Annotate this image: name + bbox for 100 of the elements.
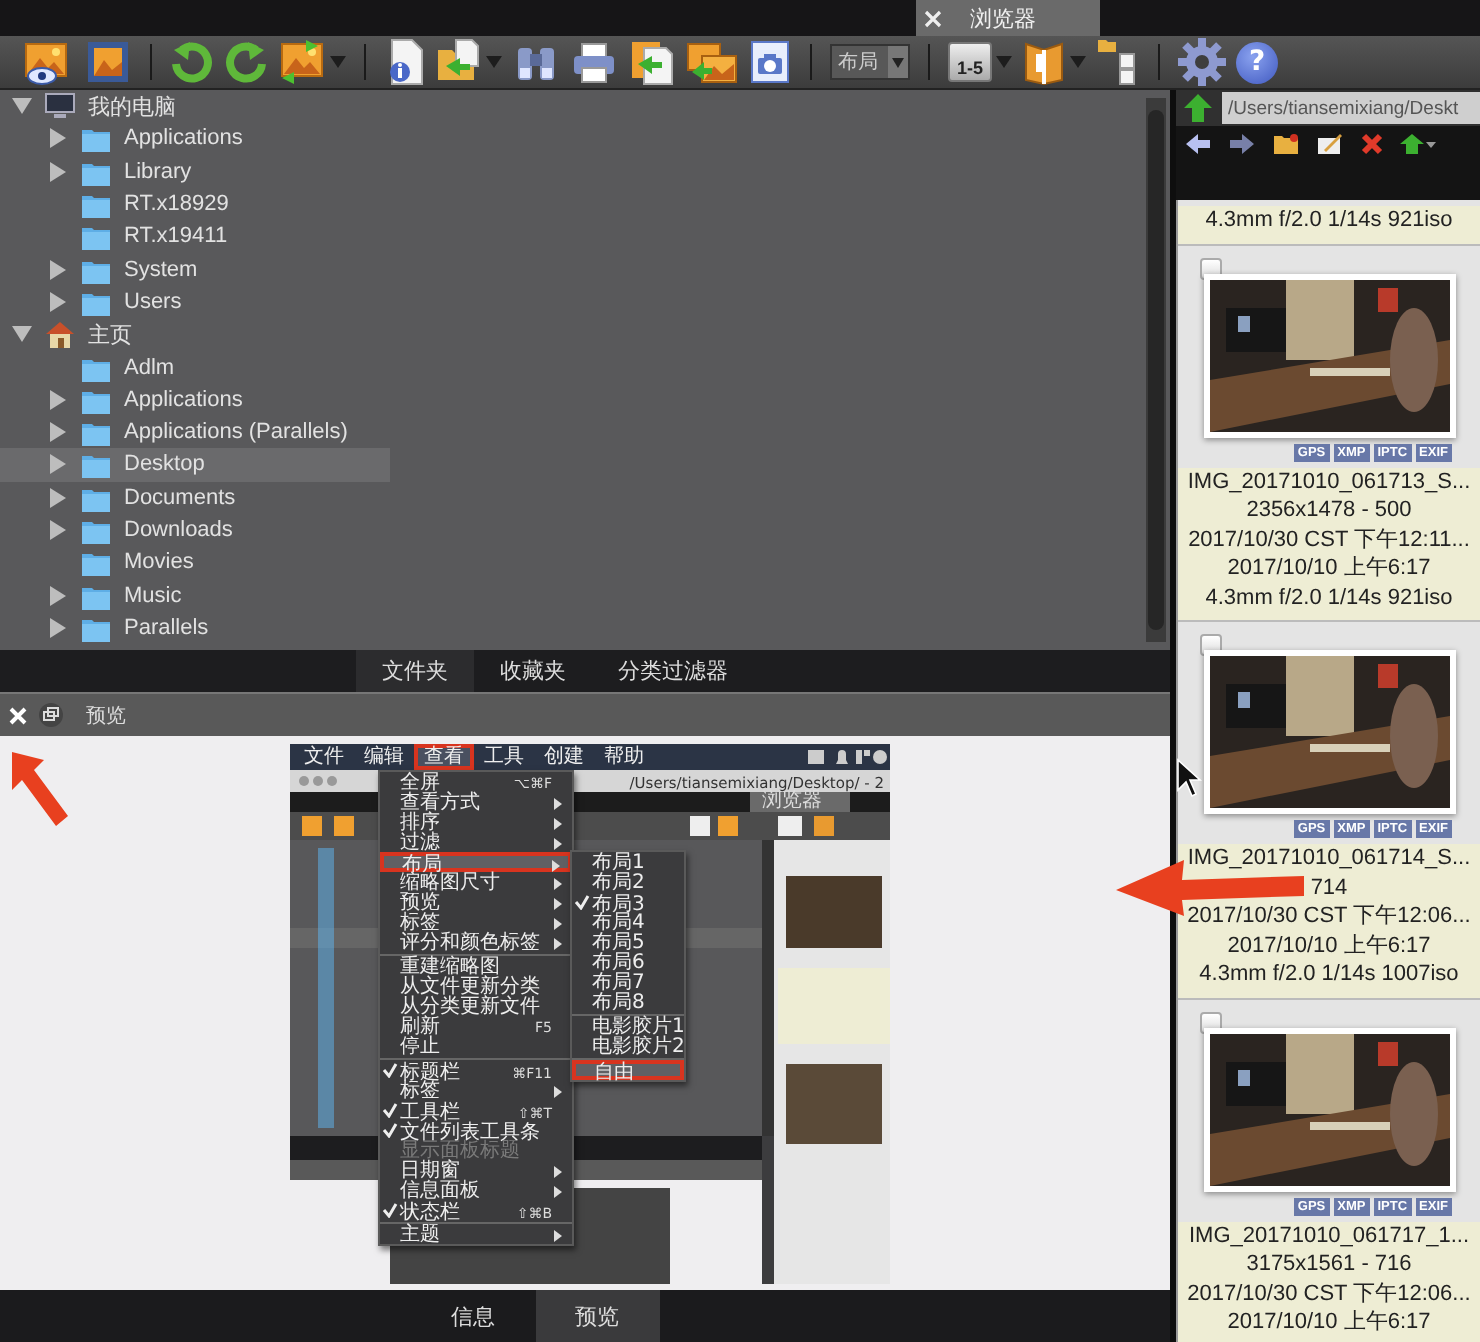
layout-dropdown[interactable]: 布局 xyxy=(830,44,910,80)
menu-item[interactable]: 停止 xyxy=(380,1036,572,1056)
tab[interactable]: 收藏夹 xyxy=(474,650,592,692)
menu-item[interactable]: 信息面板 xyxy=(380,1180,572,1200)
settings-icon[interactable] xyxy=(1178,38,1226,86)
expand-arrow-icon[interactable] xyxy=(50,520,66,540)
tree-item[interactable]: Library xyxy=(0,155,390,188)
tree-item[interactable]: Adlm xyxy=(0,350,390,384)
info-document-icon[interactable] xyxy=(384,38,424,86)
check-icon xyxy=(382,1062,398,1078)
expand-arrow-icon[interactable] xyxy=(50,128,66,149)
edit-icon[interactable] xyxy=(1316,132,1344,156)
folder-icon xyxy=(80,516,112,544)
tree-item[interactable]: System xyxy=(0,252,390,286)
expand-arrow-icon[interactable] xyxy=(50,259,66,280)
menu-bar-item[interactable]: 帮助 xyxy=(594,744,654,770)
tree-item[interactable]: Applications xyxy=(0,122,390,156)
folder-icon xyxy=(80,450,112,479)
caption-line: IMG_20171010_061714_S... xyxy=(1185,844,1473,873)
expand-arrow-icon[interactable] xyxy=(12,326,32,343)
folder-files-icon[interactable] xyxy=(1096,38,1140,86)
tree-item[interactable]: Desktop xyxy=(0,448,390,482)
tab-title: 浏览器 xyxy=(762,792,822,812)
delete-icon[interactable] xyxy=(1360,132,1384,156)
restore-icon[interactable] xyxy=(38,702,64,728)
rotate-right-icon[interactable] xyxy=(224,40,268,84)
forward-arrow-icon[interactable] xyxy=(1228,132,1256,156)
menu-item[interactable]: 布局7 xyxy=(572,972,684,992)
images-icon[interactable] xyxy=(686,38,738,86)
folder-icon xyxy=(80,190,112,219)
menu-item[interactable]: 从文件更新分类 xyxy=(380,976,572,996)
back-arrow-icon[interactable] xyxy=(1184,132,1212,156)
menu-item[interactable]: 预览 xyxy=(380,892,572,912)
up-arrow-icon[interactable] xyxy=(1400,132,1436,156)
tree-item[interactable]: Documents xyxy=(0,481,390,514)
tree-item[interactable]: Downloads xyxy=(0,513,390,547)
folder-arrow-icon[interactable] xyxy=(434,38,482,86)
tab[interactable]: 分类过滤器 xyxy=(592,650,754,692)
expand-arrow-icon[interactable] xyxy=(50,389,66,410)
menu-item[interactable]: 缩略图尺寸 xyxy=(380,872,572,892)
menu-bar-item[interactable]: 文件 xyxy=(294,744,354,770)
menu-item[interactable]: 布局6 xyxy=(572,952,684,972)
menu-item[interactable]: 标签 xyxy=(380,912,572,932)
rotate-left-icon[interactable] xyxy=(170,40,214,84)
tab[interactable]: 文件夹 xyxy=(356,650,474,692)
image-arrows-icon[interactable] xyxy=(278,38,326,86)
menu-bar-item[interactable]: 工具 xyxy=(474,744,534,770)
menu-item[interactable]: 布局2 xyxy=(572,872,684,892)
menu-item[interactable]: 布局1 xyxy=(572,852,684,872)
menu-item[interactable]: 电影胶片1 xyxy=(572,1016,684,1036)
menu-bar-item[interactable]: 查看 xyxy=(414,744,474,770)
caption-line: 2017/10/30 CST 下午12:06... xyxy=(1185,1279,1473,1308)
folder-icon xyxy=(80,418,112,447)
expand-arrow-icon[interactable] xyxy=(50,585,66,606)
tree-item[interactable]: Music xyxy=(0,578,390,612)
book-icon[interactable] xyxy=(1022,38,1066,86)
menu-item[interactable]: 电影胶片2 xyxy=(572,1036,684,1056)
image-frame-icon[interactable] xyxy=(84,38,132,86)
menu-item[interactable]: 布局4 xyxy=(572,912,684,932)
annotation-arrow xyxy=(12,752,68,826)
menu-bar-item[interactable]: 编辑 xyxy=(354,744,414,770)
caption-line: IMG_20171010_061717_1... xyxy=(1186,1221,1472,1250)
tab[interactable]: 信息 xyxy=(411,1290,535,1342)
check-icon xyxy=(382,1202,398,1218)
expand-arrow-icon[interactable] xyxy=(50,487,66,508)
menu-item[interactable]: 从分类更新文件 xyxy=(380,996,572,1016)
folder-icon[interactable] xyxy=(1272,132,1300,156)
expand-arrow-icon[interactable] xyxy=(50,454,66,475)
menu-item[interactable]: 主题 xyxy=(380,1224,572,1244)
menu-bar-item[interactable]: 创建 xyxy=(534,744,594,770)
tree-item[interactable]: RT.x19411 xyxy=(0,220,390,253)
menu-item[interactable]: 标签 xyxy=(380,1080,572,1100)
printer-icon[interactable] xyxy=(570,40,618,84)
expand-arrow-icon[interactable] xyxy=(50,161,66,182)
scrollbar[interactable] xyxy=(1146,98,1166,642)
caption-line: 2017/10/10 上午6:17 xyxy=(1225,931,1433,960)
caption-line: 2017/10/30 CST 下午12:06... xyxy=(1185,902,1473,931)
status-icons-drawing xyxy=(808,748,888,766)
menu-item[interactable]: 布局3 xyxy=(572,892,684,912)
close-icon[interactable] xyxy=(924,9,942,27)
tree-item[interactable]: Users xyxy=(0,285,390,319)
tree-item[interactable]: Applications xyxy=(0,383,390,416)
camera-icon[interactable] xyxy=(748,38,792,86)
path-field[interactable]: /Users/tiansemixiang/Deskt xyxy=(1222,92,1480,124)
tree-item[interactable]: 主页 xyxy=(0,318,354,351)
caption-line: 4.3mm f/2.0 1/14s 1007iso xyxy=(1197,960,1461,989)
tab[interactable]: 预览 xyxy=(535,1290,659,1342)
house-icon xyxy=(44,320,76,349)
up-arrow-icon[interactable] xyxy=(1182,92,1214,124)
document-arrow-icon[interactable] xyxy=(628,38,676,86)
submenu-arrow-icon xyxy=(554,1230,562,1242)
caption-line: 2017/10/10 上午6:17 xyxy=(1225,554,1433,583)
tree-item[interactable]: 我的电脑 xyxy=(0,90,354,123)
menu-item[interactable]: 布局8 xyxy=(572,992,684,1012)
tree-item[interactable]: RT.x18929 xyxy=(0,187,390,221)
tree-item[interactable]: Movies xyxy=(0,546,390,579)
page-range-button[interactable]: 1-5 xyxy=(948,42,992,82)
caption-line: 4.3mm f/2.0 1/14s 921iso xyxy=(1203,206,1455,235)
menu-item[interactable]: 重建缩略图 xyxy=(380,956,572,976)
menu-item[interactable]: 文件列表工具条 xyxy=(380,1120,572,1140)
